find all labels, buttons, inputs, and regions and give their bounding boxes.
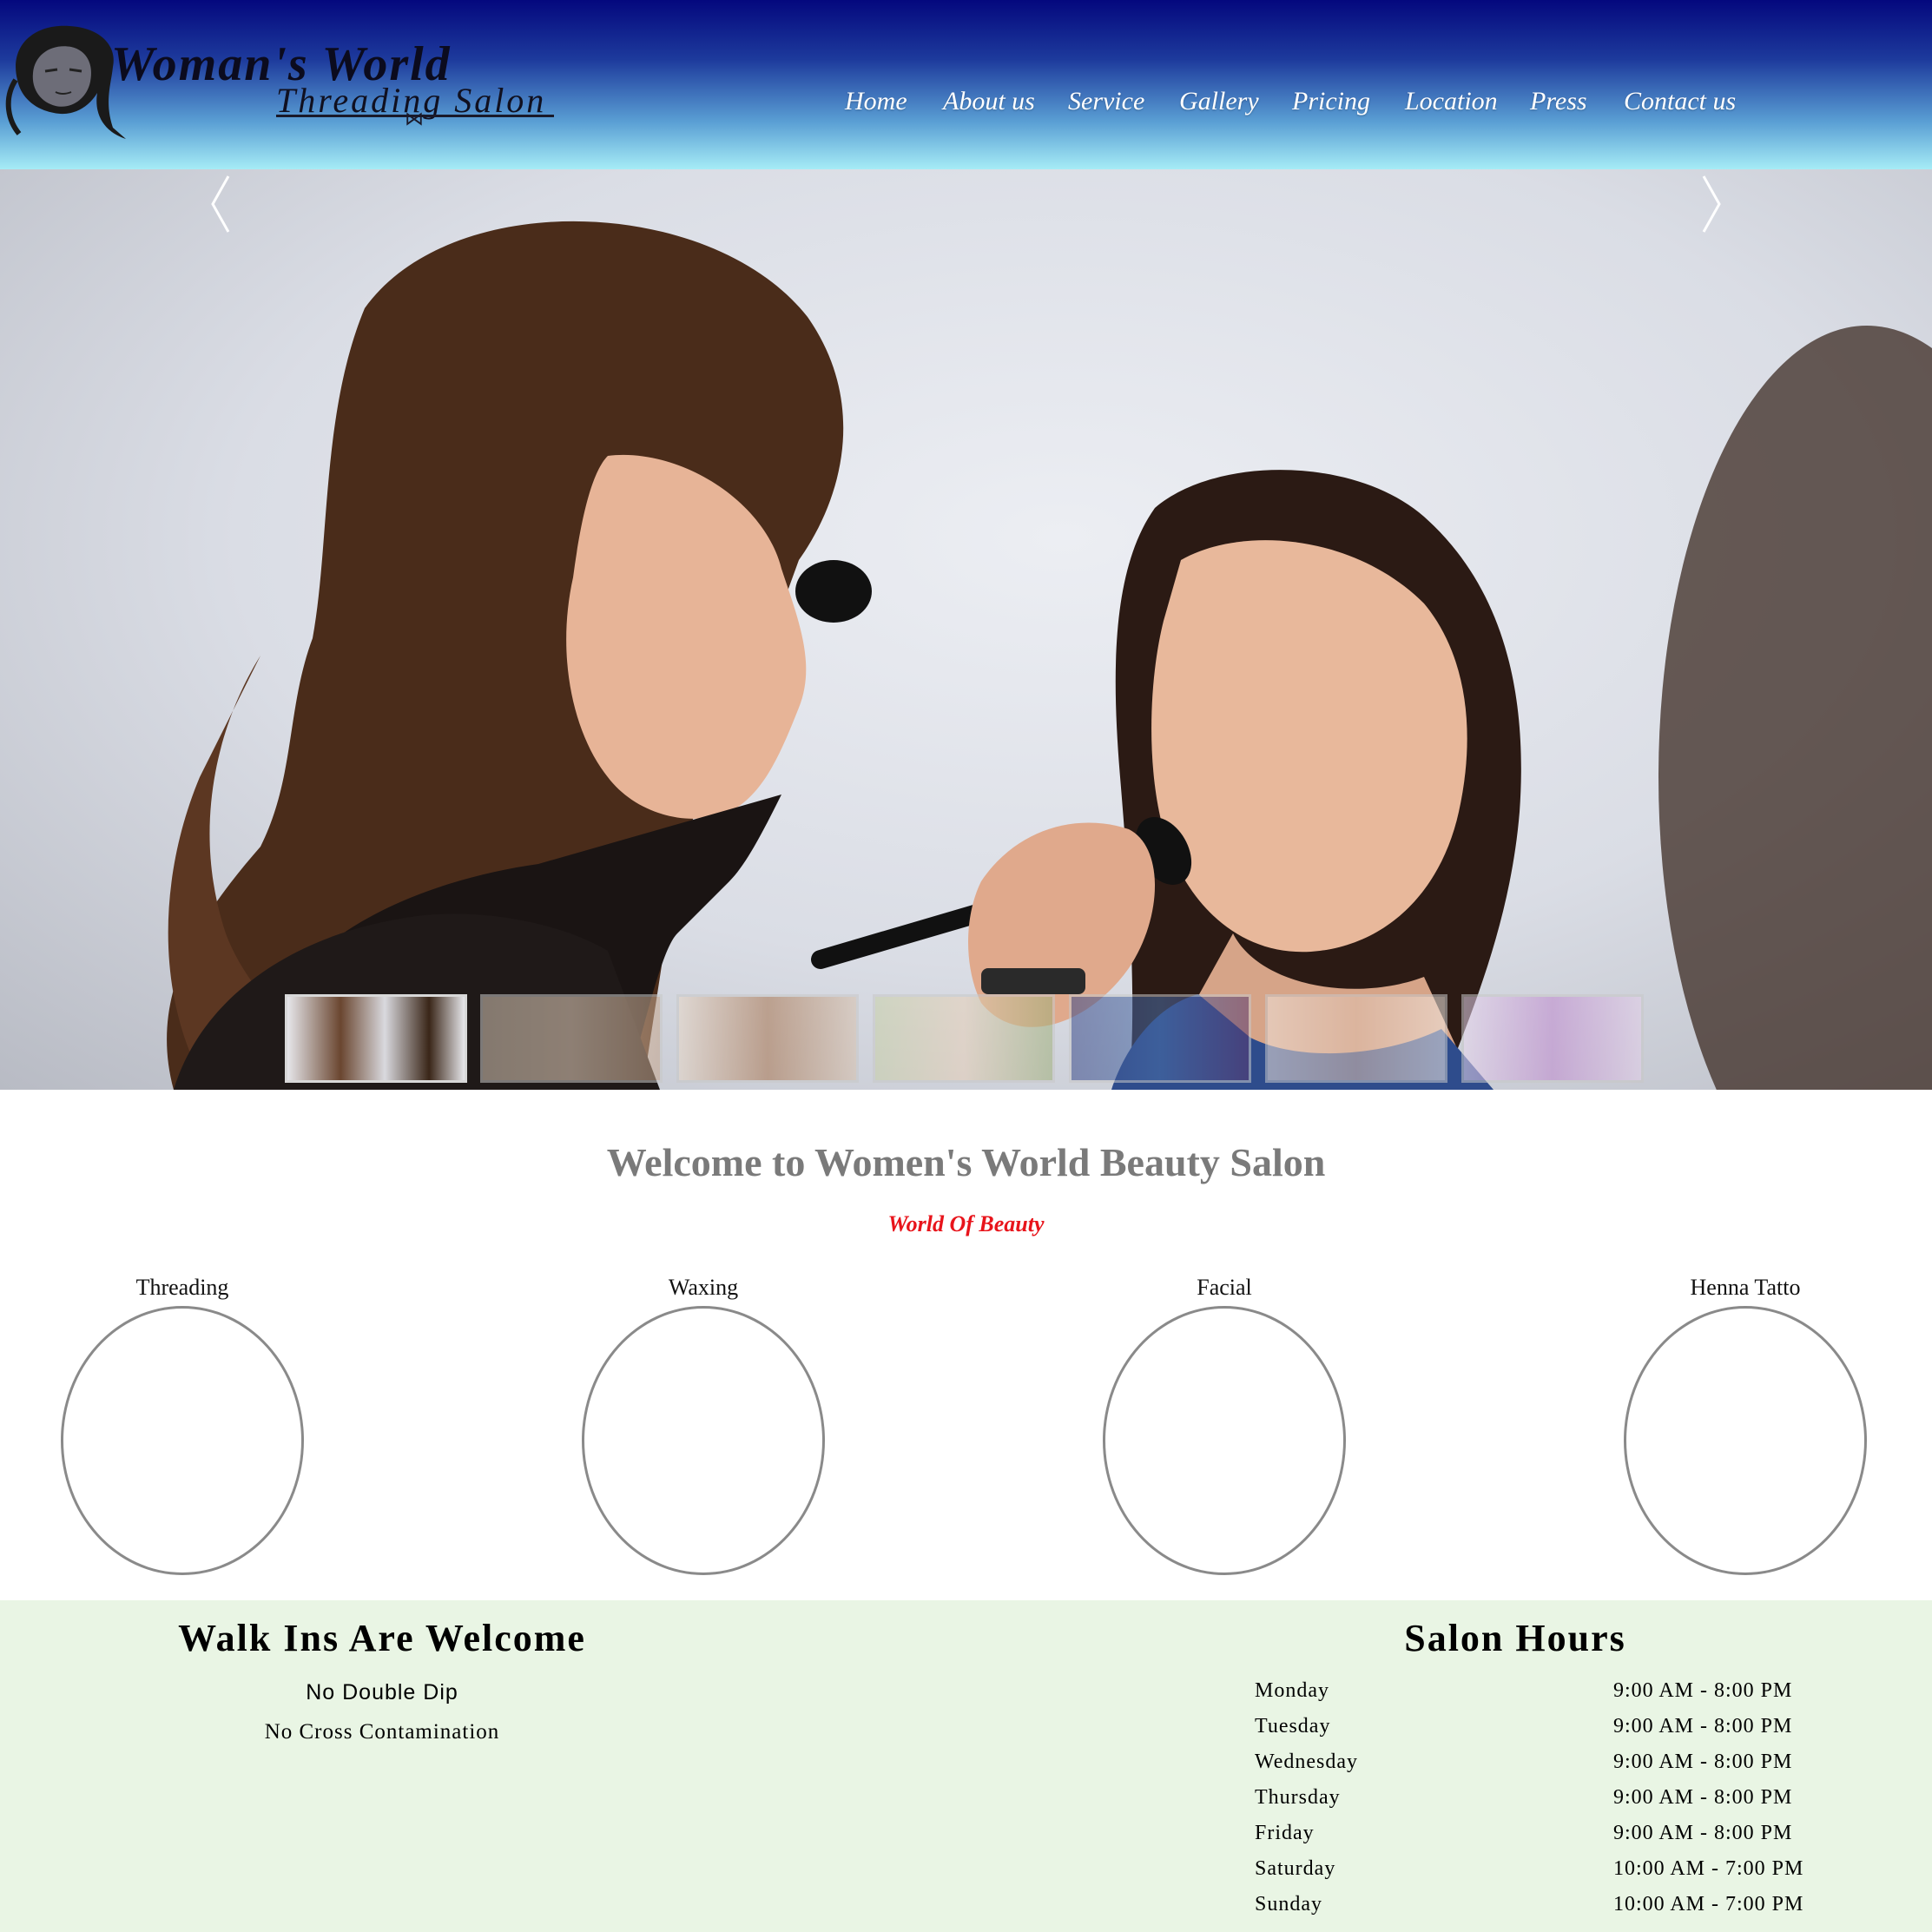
hours-day: Sunday <box>1255 1893 1322 1916</box>
hours-row: Saturday 10:00 AM - 7:00 PM <box>1255 1857 1845 1892</box>
slider-prev-chevron-left-icon[interactable] <box>202 169 237 239</box>
service-waxing-image[interactable] <box>582 1306 825 1575</box>
nav-pricing[interactable]: Pricing <box>1292 87 1370 116</box>
walk-ins-line-1: No Double Dip <box>306 1680 458 1705</box>
slider-thumbnail-2[interactable] <box>480 994 663 1083</box>
hours-row: Tuesday 9:00 AM - 8:00 PM <box>1255 1715 1845 1750</box>
slider-thumbnail-5[interactable] <box>1069 994 1251 1083</box>
hours-row: Friday 9:00 AM - 8:00 PM <box>1255 1822 1845 1856</box>
walk-ins-line-2: No Cross Contamination <box>264 1720 500 1744</box>
slider-thumbnail-4[interactable] <box>873 994 1055 1083</box>
main-nav: Home About us Service Gallery Pricing Lo… <box>0 87 1932 130</box>
service-waxing: Waxing <box>577 1275 829 1587</box>
service-facial-image[interactable] <box>1103 1306 1346 1575</box>
service-label: Threading <box>135 1275 229 1300</box>
hours-day: Thursday <box>1255 1786 1341 1809</box>
hours-day: Friday <box>1255 1822 1315 1844</box>
nav-press[interactable]: Press <box>1530 87 1587 116</box>
slider-thumbnail-1[interactable] <box>285 994 467 1083</box>
welcome-title: Welcome to Women's World Beauty Salon <box>606 1140 1326 1184</box>
slider-thumbnail-6[interactable] <box>1265 994 1447 1083</box>
hours-row: Sunday 10:00 AM - 7:00 PM <box>1255 1893 1845 1928</box>
service-facial: Facial <box>1098 1275 1350 1587</box>
service-label: Facial <box>1197 1275 1252 1300</box>
hero-slider[interactable] <box>0 169 1932 1090</box>
nav-home[interactable]: Home <box>845 87 907 116</box>
info-band: Walk Ins Are Welcome No Double Dip No Cr… <box>0 1600 1932 1932</box>
slider-next-chevron-right-icon[interactable] <box>1695 169 1730 239</box>
hours-time: 9:00 AM - 8:00 PM <box>1613 1751 1793 1773</box>
nav-service[interactable]: Service <box>1068 87 1144 116</box>
service-label: Waxing <box>668 1275 739 1300</box>
hours-day: Saturday <box>1255 1857 1336 1880</box>
hours-row: Monday 9:00 AM - 8:00 PM <box>1255 1679 1845 1714</box>
hours-time: 10:00 AM - 7:00 PM <box>1613 1893 1804 1916</box>
hours-day: Monday <box>1255 1679 1329 1702</box>
nav-gallery[interactable]: Gallery <box>1179 87 1259 116</box>
slider-thumbnails <box>0 994 1932 1085</box>
service-threading-image[interactable] <box>61 1306 304 1575</box>
slider-thumbnail-3[interactable] <box>676 994 859 1083</box>
nav-contact-us[interactable]: Contact us <box>1624 87 1736 116</box>
service-label: Henna Tatto <box>1690 1275 1801 1300</box>
walk-ins-title: Walk Ins Are Welcome <box>178 1617 586 1659</box>
salon-hours-title: Salon Hours <box>1404 1617 1626 1659</box>
hours-row: Wednesday 9:00 AM - 8:00 PM <box>1255 1751 1845 1785</box>
site-header: Woman's World Threading Salon ⋈ Home Abo… <box>0 0 1932 169</box>
hours-time: 9:00 AM - 8:00 PM <box>1613 1679 1793 1702</box>
service-henna-tattoo: Henna Tatto <box>1619 1275 1871 1587</box>
hours-time: 10:00 AM - 7:00 PM <box>1613 1857 1804 1880</box>
slider-thumbnail-7[interactable] <box>1461 994 1644 1083</box>
service-henna-image[interactable] <box>1624 1306 1867 1575</box>
hours-day: Wednesday <box>1255 1751 1359 1773</box>
nav-location[interactable]: Location <box>1405 87 1498 116</box>
welcome-tagline: World Of Beauty <box>887 1211 1045 1236</box>
hours-time: 9:00 AM - 8:00 PM <box>1613 1715 1793 1737</box>
hero-image <box>167 221 1932 1090</box>
hours-time: 9:00 AM - 8:00 PM <box>1613 1822 1793 1844</box>
hours-time: 9:00 AM - 8:00 PM <box>1613 1786 1793 1809</box>
hours-row: Thursday 9:00 AM - 8:00 PM <box>1255 1786 1845 1821</box>
nav-about-us[interactable]: About us <box>943 87 1035 116</box>
service-threading: Threading <box>56 1275 308 1587</box>
hours-day: Tuesday <box>1255 1715 1331 1737</box>
